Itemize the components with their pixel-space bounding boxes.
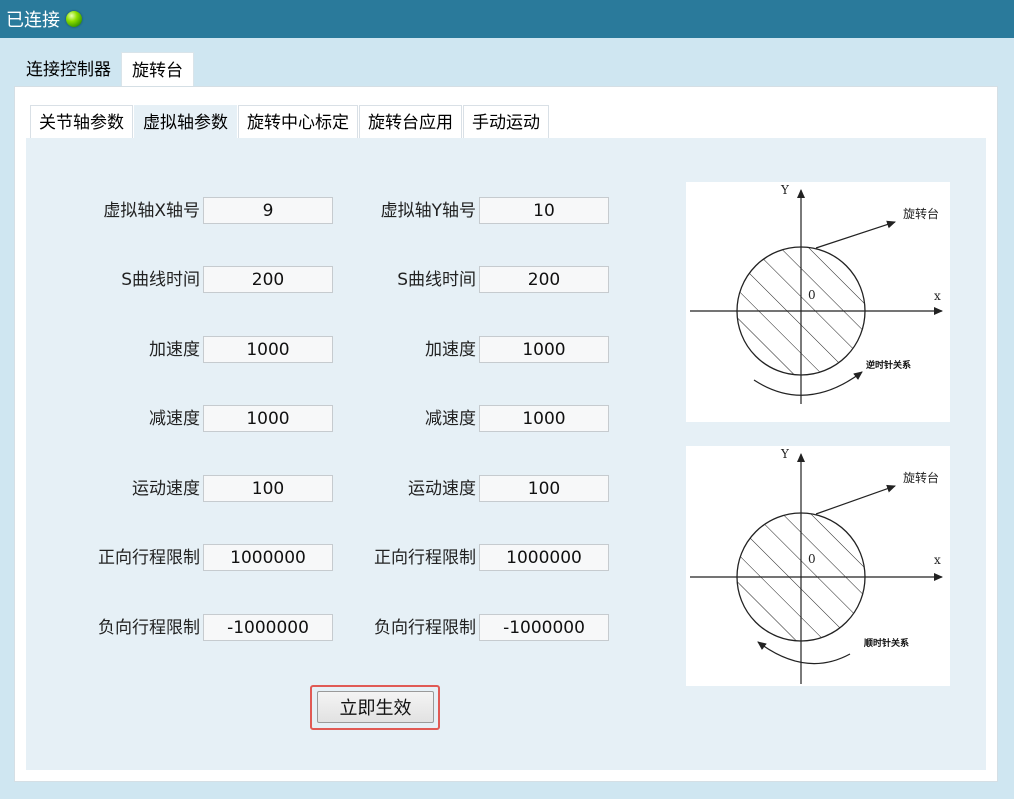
y-positive-travel-limit-input[interactable]	[479, 544, 609, 571]
ccw-rotary-diagram: Y x 0 旋转台 逆时针关系	[686, 182, 950, 422]
param-label: 运动速度	[132, 479, 200, 499]
param-label: S曲线时间	[397, 270, 476, 290]
status-led-icon	[66, 11, 82, 27]
param-label: 加速度	[149, 340, 200, 360]
param-label: 运动速度	[408, 479, 476, 499]
param-label: 虚拟轴Y轴号	[380, 201, 476, 221]
tab-joint-axis-params[interactable]: 关节轴参数	[30, 105, 133, 138]
tab-rotation-center-calibration[interactable]: 旋转中心标定	[238, 105, 358, 138]
param-label: 减速度	[425, 409, 476, 429]
main-tabs: 连接控制器 旋转台	[16, 52, 194, 87]
connection-status-text: 已连接	[6, 10, 60, 31]
param-label: 负向行程限制	[374, 618, 476, 638]
tab-rotary-table-application[interactable]: 旋转台应用	[359, 105, 462, 138]
x-axis-label: x	[934, 553, 941, 567]
sub-tabs: 关节轴参数 虚拟轴参数 旋转中心标定 旋转台应用 手动运动	[30, 105, 550, 139]
rotary-table-label: 旋转台	[903, 470, 939, 485]
y-acceleration-input[interactable]	[479, 336, 609, 363]
direction-label: 顺时针关系	[864, 637, 909, 649]
origin-label: 0	[808, 552, 816, 566]
tab-virtual-axis-params[interactable]: 虚拟轴参数	[134, 105, 237, 138]
param-label: S曲线时间	[121, 270, 200, 290]
y-axis-label: Y	[780, 183, 790, 197]
virtual-y-axis-number-input[interactable]	[479, 197, 609, 224]
tab-manual-motion[interactable]: 手动运动	[463, 105, 549, 138]
param-label: 正向行程限制	[374, 548, 476, 568]
param-label: 减速度	[149, 409, 200, 429]
y-deceleration-input[interactable]	[479, 405, 609, 432]
tab-connect-controller[interactable]: 连接控制器	[16, 52, 121, 86]
x-axis-label: x	[934, 289, 941, 303]
param-label: 正向行程限制	[98, 548, 200, 568]
param-label: 加速度	[425, 340, 476, 360]
origin-label: 0	[808, 288, 816, 302]
direction-label: 逆时针关系	[866, 359, 911, 371]
y-negative-travel-limit-input[interactable]	[479, 614, 609, 641]
cw-rotary-diagram: Y x 0 旋转台 顺时针关系	[686, 446, 950, 686]
tab-rotary-table[interactable]: 旋转台	[121, 52, 194, 87]
y-axis-label: Y	[780, 447, 790, 461]
y-motion-speed-input[interactable]	[479, 475, 609, 502]
apply-now-button[interactable]: 立即生效	[317, 691, 434, 723]
y-s-curve-time-input[interactable]	[479, 266, 609, 293]
param-label: 虚拟轴X轴号	[103, 201, 200, 221]
title-bar: 已连接	[0, 0, 1014, 38]
rotary-table-label: 旋转台	[903, 206, 939, 221]
param-label: 负向行程限制	[98, 618, 200, 638]
